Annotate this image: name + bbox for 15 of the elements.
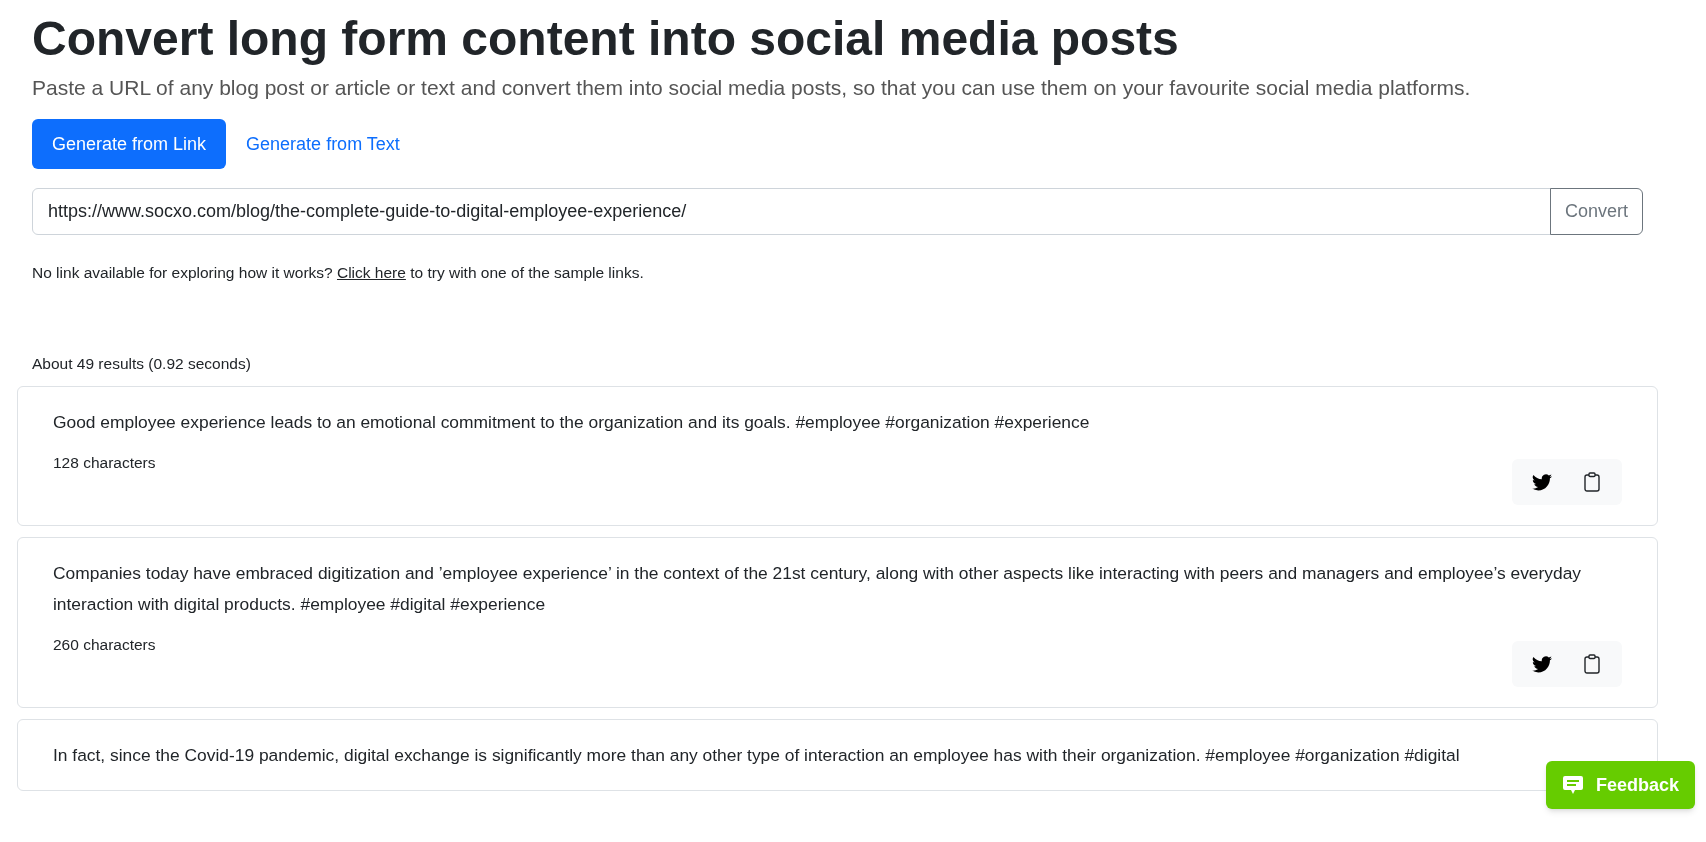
sample-link[interactable]: Click here [337,264,406,282]
tab[interactable]: Generate from Link [32,119,227,170]
url-field[interactable]: https://www.socxo.com/blog/the-complete-guide-to-digital-employee-experience/ [32,188,1551,236]
page-subtitle: Paste a URL of any blog post or article or text and convert them into social media posts, so that you can use them on your favourite social media platforms. [32,74,1472,101]
chat-icon [1561,774,1584,796]
page-title: Convert long form content into social media posts [32,11,1180,67]
post-text: Companies today have embraced digitization and ’employee experience’ in the context of the 21st century, along with other aspects like interacting with peers and managers and employee’s everyday interaction with digital products. #employee #digital #experience [53,562,1583,616]
post-text: Good employee experience leads to an emotional commitment to the organization and its goals. #employee #organization #experience [53,410,1091,434]
convert-button[interactable]: Convert [1549,188,1643,236]
tab[interactable]: Generate from Text [230,119,416,170]
helper-text: No link available for exploring how it works? Click here to try with one of the sample links. [32,263,645,284]
character-count: 128 characters [53,453,156,474]
results-summary: About 49 results (0.92 seconds) [32,354,252,375]
character-count: 260 characters [53,635,156,655]
post-text: In fact, since the Covid-19 pandemic, digital exchange is significantly more than any other type of interaction an employee has with their organization. #employee #organization #digital [53,744,1461,767]
